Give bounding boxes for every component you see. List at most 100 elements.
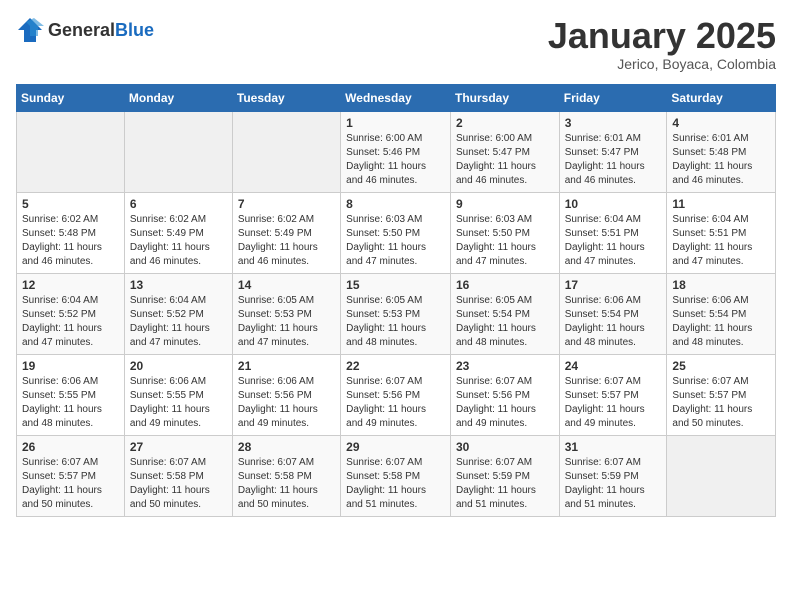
calendar-header-row: SundayMondayTuesdayWednesdayThursdayFrid…: [17, 84, 776, 111]
calendar-cell: [124, 111, 232, 192]
day-number: 1: [346, 116, 445, 130]
calendar-week-row: 5Sunrise: 6:02 AMSunset: 5:48 PMDaylight…: [17, 192, 776, 273]
cell-content: Sunrise: 6:03 AMSunset: 5:50 PMDaylight:…: [346, 213, 445, 269]
calendar-cell: 12Sunrise: 6:04 AMSunset: 5:52 PMDayligh…: [17, 273, 125, 354]
calendar-week-row: 12Sunrise: 6:04 AMSunset: 5:52 PMDayligh…: [17, 273, 776, 354]
calendar-cell: 18 Sunrise: 6:06 AMSunset: 5:54 PMDayligh…: [667, 273, 776, 354]
day-number: 13: [130, 278, 227, 292]
calendar-cell: 11 Sunrise: 6:04 AMSunset: 5:51 PMDayligh…: [667, 192, 776, 273]
calendar-cell: 25 Sunrise: 6:07 AMSunset: 5:57 PMDayligh…: [667, 354, 776, 435]
col-header-tuesday: Tuesday: [232, 84, 340, 111]
day-number: 25: [672, 359, 770, 373]
calendar-cell: 8 Sunrise: 6:03 AMSunset: 5:50 PMDaylight…: [341, 192, 451, 273]
logo: GeneralBlue: [16, 16, 154, 44]
calendar-cell: 15 Sunrise: 6:05 AMSunset: 5:53 PMDayligh…: [341, 273, 451, 354]
calendar-cell: 5Sunrise: 6:02 AMSunset: 5:48 PMDaylight…: [17, 192, 125, 273]
cell-content: Sunrise: 6:07 AMSunset: 5:58 PMDaylight:…: [346, 456, 445, 512]
day-number: 20: [130, 359, 227, 373]
cell-content: Sunrise: 6:05 AMSunset: 5:53 PMDaylight:…: [238, 294, 335, 350]
col-header-saturday: Saturday: [667, 84, 776, 111]
cell-content: Sunrise: 6:05 AMSunset: 5:54 PMDaylight:…: [456, 294, 554, 350]
calendar-week-row: 1Sunrise: 6:00 AMSunset: 5:46 PMDaylight…: [17, 111, 776, 192]
cell-content: Sunrise: 6:07 AMSunset: 5:59 PMDaylight:…: [565, 456, 662, 512]
cell-content: Sunrise: 6:06 AMSunset: 5:55 PMDaylight:…: [130, 375, 227, 431]
calendar-cell: 26Sunrise: 6:07 AMSunset: 5:57 PMDayligh…: [17, 435, 125, 516]
cell-content: Sunrise: 6:04 AMSunset: 5:51 PMDaylight:…: [672, 213, 770, 269]
day-number: 28: [238, 440, 335, 454]
calendar-cell: 3Sunrise: 6:01 AMSunset: 5:47 PMDaylight…: [559, 111, 667, 192]
calendar-cell: 2Sunrise: 6:00 AMSunset: 5:47 PMDaylight…: [450, 111, 559, 192]
cell-content: Sunrise: 6:01 AMSunset: 5:47 PMDaylight:…: [565, 132, 662, 188]
day-number: 22: [346, 359, 445, 373]
calendar-cell: 10 Sunrise: 6:04 AMSunset: 5:51 PMDayligh…: [559, 192, 667, 273]
day-number: 8: [346, 197, 445, 211]
day-number: 10: [565, 197, 662, 211]
cell-content: Sunrise: 6:07 AMSunset: 5:56 PMDaylight:…: [346, 375, 445, 431]
logo-text: GeneralBlue: [48, 20, 154, 41]
calendar-cell: 13 Sunrise: 6:04 AMSunset: 5:52 PMDayligh…: [124, 273, 232, 354]
page-header: GeneralBlue January 2025 Jerico, Boyaca,…: [16, 16, 776, 72]
calendar-cell: 9 Sunrise: 6:03 AMSunset: 5:50 PMDaylight…: [450, 192, 559, 273]
cell-content: Sunrise: 6:02 AMSunset: 5:49 PMDaylight:…: [130, 213, 227, 269]
cell-content: Sunrise: 6:06 AMSunset: 5:54 PMDaylight:…: [672, 294, 770, 350]
day-number: 9: [456, 197, 554, 211]
day-number: 14: [238, 278, 335, 292]
cell-content: Sunrise: 6:07 AMSunset: 5:57 PMDaylight:…: [672, 375, 770, 431]
calendar-cell: 16 Sunrise: 6:05 AMSunset: 5:54 PMDayligh…: [450, 273, 559, 354]
cell-content: Sunrise: 6:07 AMSunset: 5:56 PMDaylight:…: [456, 375, 554, 431]
calendar-cell: 17Sunrise: 6:06 AMSunset: 5:54 PMDayligh…: [559, 273, 667, 354]
day-number: 4: [672, 116, 770, 130]
cell-content: Sunrise: 6:07 AMSunset: 5:57 PMDaylight:…: [565, 375, 662, 431]
cell-content: Sunrise: 6:04 AMSunset: 5:52 PMDaylight:…: [130, 294, 227, 350]
calendar-cell: 23Sunrise: 6:07 AMSunset: 5:56 PMDayligh…: [450, 354, 559, 435]
day-number: 30: [456, 440, 554, 454]
cell-content: Sunrise: 6:05 AMSunset: 5:53 PMDaylight:…: [346, 294, 445, 350]
cell-content: Sunrise: 6:02 AMSunset: 5:48 PMDaylight:…: [22, 213, 119, 269]
logo-general: General: [48, 20, 115, 40]
calendar-cell: 1Sunrise: 6:00 AMSunset: 5:46 PMDaylight…: [341, 111, 451, 192]
calendar-cell: 29 Sunrise: 6:07 AMSunset: 5:58 PMDayligh…: [341, 435, 451, 516]
cell-content: Sunrise: 6:06 AMSunset: 5:55 PMDaylight:…: [22, 375, 119, 431]
day-number: 27: [130, 440, 227, 454]
cell-content: Sunrise: 6:01 AMSunset: 5:48 PMDaylight:…: [672, 132, 770, 188]
day-number: 31: [565, 440, 662, 454]
cell-content: Sunrise: 6:04 AMSunset: 5:52 PMDaylight:…: [22, 294, 119, 350]
col-header-thursday: Thursday: [450, 84, 559, 111]
day-number: 18: [672, 278, 770, 292]
cell-content: Sunrise: 6:07 AMSunset: 5:57 PMDaylight:…: [22, 456, 119, 512]
col-header-sunday: Sunday: [17, 84, 125, 111]
day-number: 16: [456, 278, 554, 292]
calendar-cell: 4 Sunrise: 6:01 AMSunset: 5:48 PMDaylight…: [667, 111, 776, 192]
logo-icon: [16, 16, 44, 44]
day-number: 15: [346, 278, 445, 292]
calendar-cell: 27 Sunrise: 6:07 AMSunset: 5:58 PMDayligh…: [124, 435, 232, 516]
cell-content: Sunrise: 6:04 AMSunset: 5:51 PMDaylight:…: [565, 213, 662, 269]
calendar-cell: 24Sunrise: 6:07 AMSunset: 5:57 PMDayligh…: [559, 354, 667, 435]
calendar-cell: [232, 111, 340, 192]
cell-content: Sunrise: 6:07 AMSunset: 5:59 PMDaylight:…: [456, 456, 554, 512]
cell-content: Sunrise: 6:03 AMSunset: 5:50 PMDaylight:…: [456, 213, 554, 269]
cell-content: Sunrise: 6:07 AMSunset: 5:58 PMDaylight:…: [130, 456, 227, 512]
cell-content: Sunrise: 6:02 AMSunset: 5:49 PMDaylight:…: [238, 213, 335, 269]
day-number: 21: [238, 359, 335, 373]
calendar-cell: 6 Sunrise: 6:02 AMSunset: 5:49 PMDaylight…: [124, 192, 232, 273]
day-number: 29: [346, 440, 445, 454]
calendar-cell: 30 Sunrise: 6:07 AMSunset: 5:59 PMDayligh…: [450, 435, 559, 516]
calendar-cell: [17, 111, 125, 192]
location-title: Jerico, Boyaca, Colombia: [548, 56, 776, 72]
day-number: 17: [565, 278, 662, 292]
col-header-monday: Monday: [124, 84, 232, 111]
day-number: 11: [672, 197, 770, 211]
calendar-cell: 28 Sunrise: 6:07 AMSunset: 5:58 PMDayligh…: [232, 435, 340, 516]
month-title: January 2025: [548, 16, 776, 56]
col-header-wednesday: Wednesday: [341, 84, 451, 111]
cell-content: Sunrise: 6:06 AMSunset: 5:56 PMDaylight:…: [238, 375, 335, 431]
day-number: 6: [130, 197, 227, 211]
day-number: 2: [456, 116, 554, 130]
day-number: 19: [22, 359, 119, 373]
calendar-cell: 20 Sunrise: 6:06 AMSunset: 5:55 PMDayligh…: [124, 354, 232, 435]
calendar-cell: 22 Sunrise: 6:07 AMSunset: 5:56 PMDayligh…: [341, 354, 451, 435]
calendar-cell: [667, 435, 776, 516]
calendar-cell: 19 Sunrise: 6:06 AMSunset: 5:55 PMDayligh…: [17, 354, 125, 435]
cell-content: Sunrise: 6:07 AMSunset: 5:58 PMDaylight:…: [238, 456, 335, 512]
